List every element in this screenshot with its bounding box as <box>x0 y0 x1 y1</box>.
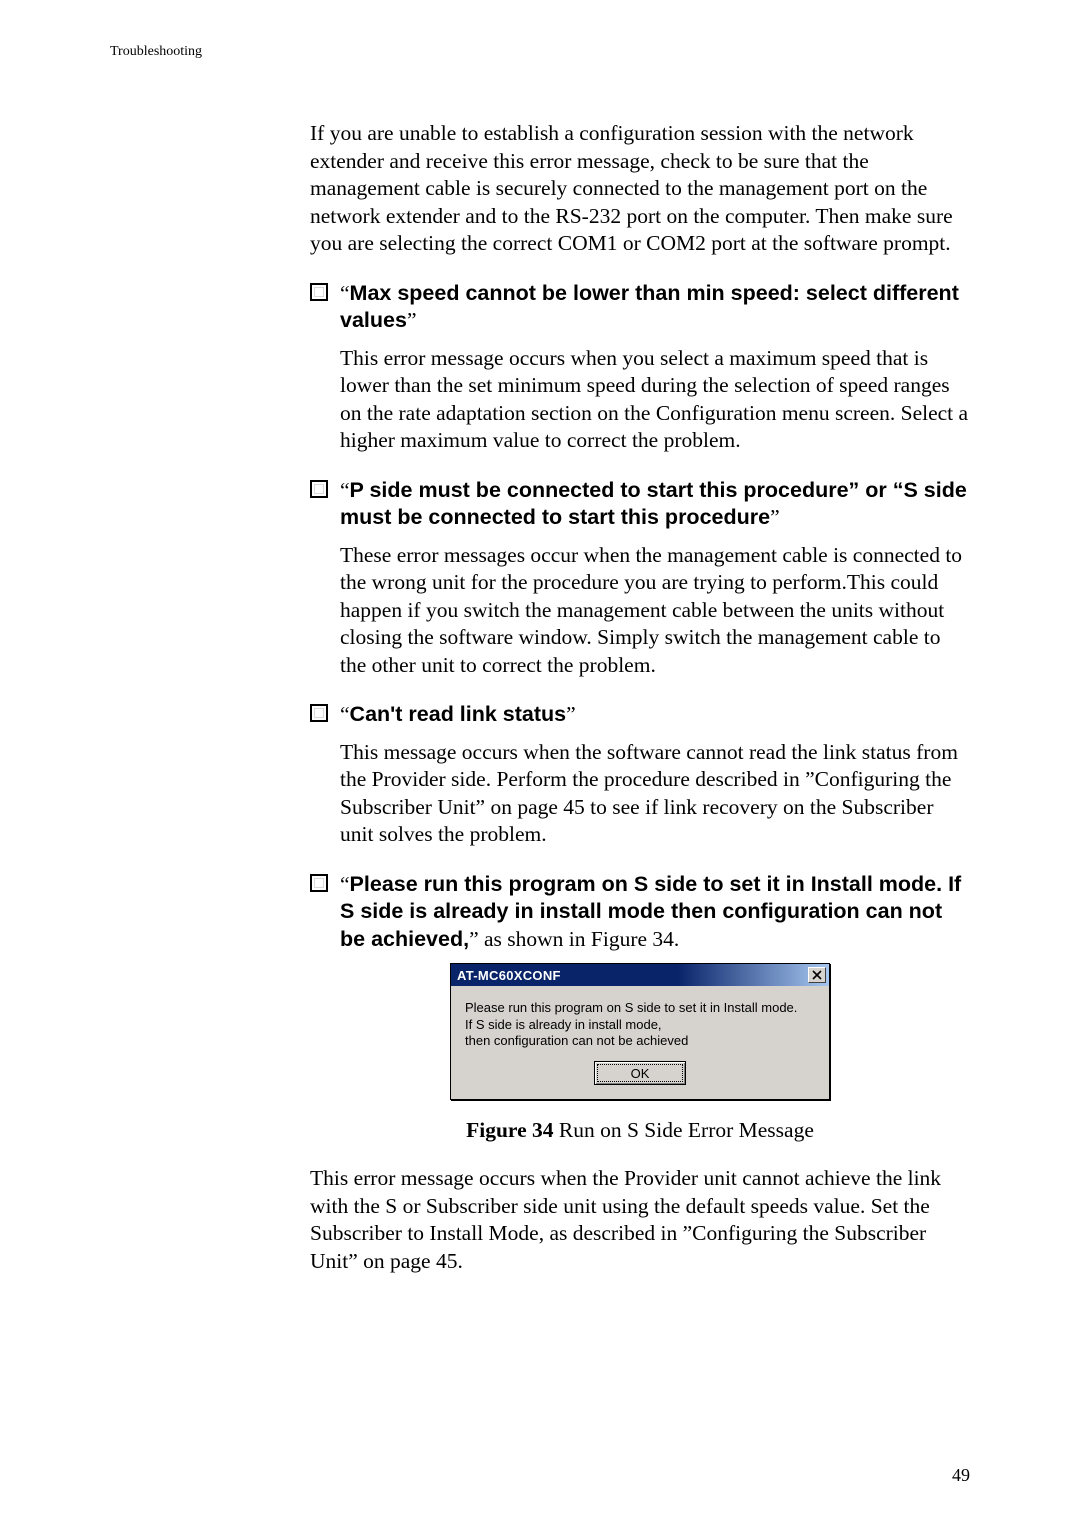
dialog-body: Please run this program on S side to set… <box>451 986 829 1055</box>
bullet-please-run: “Please run this program on S side to se… <box>310 871 970 954</box>
intro-paragraph: If you are unable to establish a configu… <box>310 120 970 258</box>
bullet-text: “Can't read link status” <box>340 701 576 729</box>
dialog-line: then configuration can not be achieved <box>465 1033 815 1049</box>
bullet-bold: Can't read link status <box>350 702 567 726</box>
close-quote: ” <box>407 308 417 332</box>
ok-button[interactable]: OK <box>594 1061 686 1085</box>
dialog-title: AT-MC60XCONF <box>457 968 561 983</box>
dialog-line: Please run this program on S side to set… <box>465 1000 815 1016</box>
checkbox-bullet-icon <box>310 480 328 498</box>
bullet-cant-read: “Can't read link status” <box>310 701 970 729</box>
bullet-body: This error message occurs when you selec… <box>340 345 970 455</box>
checkbox-bullet-icon <box>310 283 328 301</box>
bullet-text: “P side must be connected to start this … <box>340 477 970 532</box>
open-quote: “ <box>340 872 350 896</box>
content-column: If you are unable to establish a configu… <box>310 120 970 1275</box>
close-quote: ” <box>566 702 576 726</box>
close-quote: ” <box>469 927 479 951</box>
close-icon <box>812 970 822 980</box>
dialog-actions: OK <box>451 1055 829 1099</box>
checkbox-bullet-icon <box>310 874 328 892</box>
error-dialog: AT-MC60XCONF Please run this program on … <box>450 963 830 1100</box>
closing-paragraph: This error message occurs when the Provi… <box>310 1165 970 1275</box>
figure-caption: Figure 34 Run on S Side Error Message <box>310 1118 970 1143</box>
bullet-tail: as shown in Figure 34. <box>479 927 680 951</box>
open-quote: “ <box>340 281 350 305</box>
bullet-p-side: “P side must be connected to start this … <box>310 477 970 532</box>
bullet-bold: Max speed cannot be lower than min speed… <box>340 281 959 333</box>
figure-title: Run on S Side Error Message <box>554 1118 814 1142</box>
close-quote: ” <box>770 505 780 529</box>
open-quote: “ <box>340 702 350 726</box>
close-button[interactable] <box>808 967 826 983</box>
page: Troubleshooting If you are unable to est… <box>0 0 1080 1528</box>
running-head: Troubleshooting <box>110 44 970 60</box>
bullet-text: “Max speed cannot be lower than min spee… <box>340 280 970 335</box>
page-number: 49 <box>952 1465 970 1486</box>
title-bar: AT-MC60XCONF <box>451 964 829 986</box>
dialog-line: If S side is already in install mode, <box>465 1017 815 1033</box>
open-quote: “ <box>340 478 350 502</box>
checkbox-bullet-icon <box>310 704 328 722</box>
bullet-body: These error messages occur when the mana… <box>340 542 970 680</box>
dialog-figure: AT-MC60XCONF Please run this program on … <box>310 963 970 1100</box>
bullet-bold: P side must be connected to start this p… <box>340 478 967 530</box>
figure-label: Figure 34 <box>466 1118 553 1142</box>
bullet-text: “Please run this program on S side to se… <box>340 871 970 954</box>
bullet-max-speed: “Max speed cannot be lower than min spee… <box>310 280 970 335</box>
bullet-body: This message occurs when the software ca… <box>340 739 970 849</box>
